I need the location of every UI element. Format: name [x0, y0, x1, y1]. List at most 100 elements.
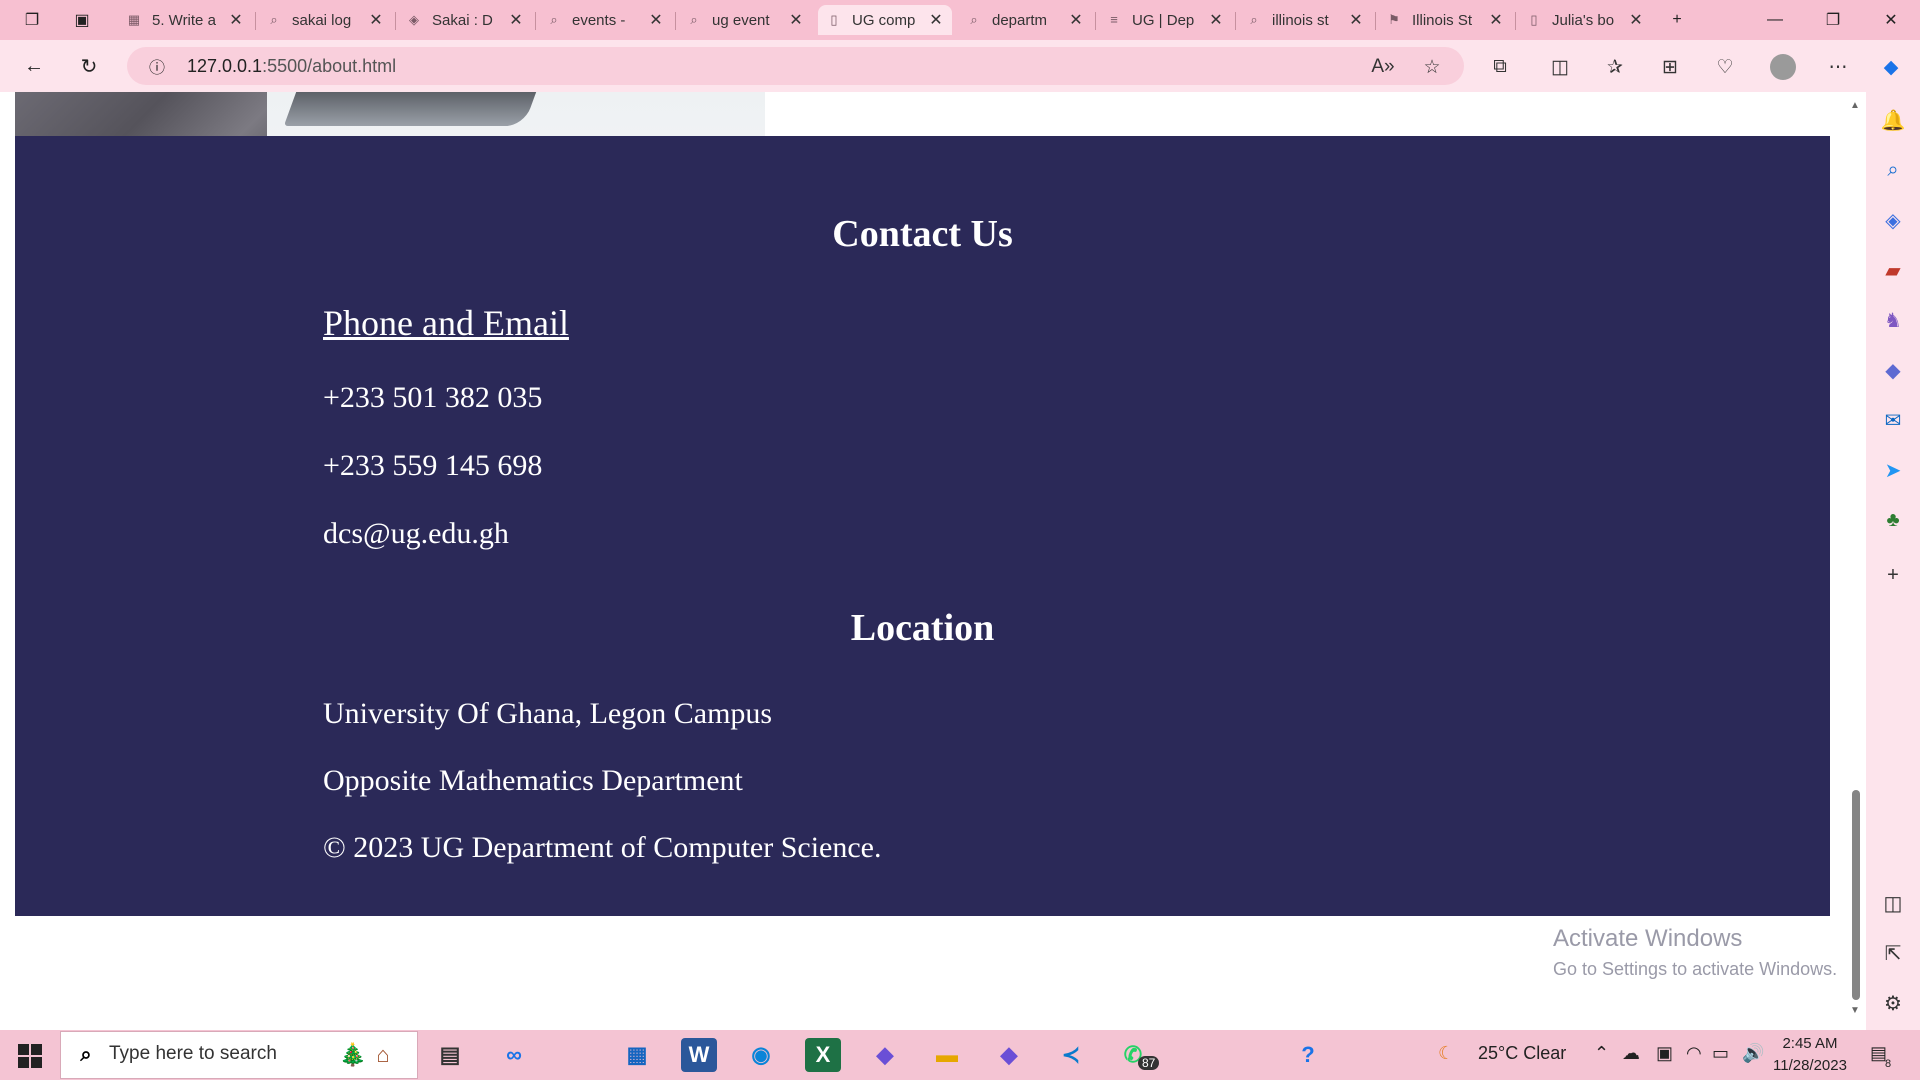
page-icon: ▯ — [1530, 12, 1538, 27]
browser-tab[interactable]: ▯ Julia's bo ✕ — [1518, 5, 1652, 35]
tab-close-icon[interactable]: ✕ — [228, 10, 244, 30]
scroll-up-arrow[interactable]: ▲ — [1850, 100, 1860, 111]
tab-label: sakai log — [292, 11, 352, 29]
tab-close-icon[interactable]: ✕ — [648, 10, 664, 30]
show-hidden-icons-icon[interactable]: ⌃ — [1594, 1043, 1609, 1064]
vscode-icon[interactable]: ≺ — [1053, 1038, 1089, 1072]
tab-label: events - — [572, 11, 626, 29]
split-screen-icon[interactable]: ◫ — [1545, 52, 1575, 82]
tab-close-icon[interactable]: ✕ — [1068, 10, 1084, 30]
settings-gear-icon[interactable]: ⚙ — [1878, 988, 1908, 1018]
browser-tab[interactable]: ◈ Sakai : D ✕ — [398, 5, 532, 35]
browser-tab[interactable]: ≡ UG | Dep ✕ — [1098, 5, 1232, 35]
tab-label: UG comp — [852, 11, 916, 29]
tools-briefcase-icon[interactable]: ▰ — [1878, 255, 1908, 285]
weather-moon-icon[interactable]: ☾ — [1438, 1043, 1454, 1064]
shopping-tag-icon[interactable]: ◈ — [1878, 205, 1908, 235]
location-title: Location — [850, 607, 995, 649]
tab-close-icon[interactable]: ✕ — [1348, 10, 1364, 30]
copilot-app-icon[interactable]: ◆ — [867, 1038, 903, 1072]
tab-label: departm — [992, 11, 1048, 29]
extensions-icon[interactable]: ⧉ — [1485, 52, 1515, 82]
search-highlight-house-icon: ⌂ — [376, 1042, 390, 1067]
tab-actions-icon[interactable]: ▣ — [62, 0, 102, 40]
volume-icon[interactable]: 🔊 — [1742, 1043, 1764, 1064]
url-text[interactable]: 127.0.0.1:5500/about.html — [187, 56, 396, 77]
open-external-icon[interactable]: ⇱ — [1878, 938, 1908, 968]
tab-close-icon[interactable]: ✕ — [368, 10, 384, 30]
workspaces-icon[interactable]: ❐ — [12, 0, 52, 40]
scroll-down-arrow[interactable]: ▼ — [1850, 1005, 1860, 1016]
word-icon[interactable]: W — [681, 1038, 717, 1072]
games-icon[interactable]: ♞ — [1878, 305, 1908, 335]
microsoft-365-icon[interactable]: ◆ — [1878, 355, 1908, 385]
favorites-icon[interactable]: ✰ — [1600, 52, 1630, 82]
collections-icon[interactable]: ⊞ — [1655, 52, 1685, 82]
wifi-icon[interactable]: ◠ — [1686, 1043, 1702, 1064]
close-window-button[interactable]: ✕ — [1868, 0, 1914, 40]
meet-now-icon[interactable]: ▣ — [1656, 1043, 1673, 1064]
browser-tab[interactable]: ⌕ sakai log ✕ — [258, 5, 392, 35]
add-sidebar-app-icon[interactable]: + — [1878, 560, 1908, 590]
refresh-icon[interactable]: ↻ — [75, 52, 103, 80]
tab-close-icon[interactable]: ✕ — [508, 10, 524, 30]
new-tab-button[interactable]: + — [1654, 0, 1700, 40]
profile-avatar[interactable] — [1768, 52, 1798, 82]
browser-tab[interactable]: ⌕ departm ✕ — [958, 5, 1092, 35]
browser-tab[interactable]: ⚑ Illinois St ✕ — [1378, 5, 1512, 35]
tab-separator — [1375, 12, 1376, 30]
send-icon[interactable]: ➤ — [1878, 455, 1908, 485]
copilot-taskbar-icon[interactable]: ∞ — [496, 1038, 532, 1072]
location-line-1: University Of Ghana, Legon Campus — [323, 697, 773, 730]
onedrive-icon[interactable]: ☁ — [1622, 1043, 1640, 1064]
notification-bell-icon[interactable]: 🔔 — [1878, 105, 1908, 135]
tab-close-icon[interactable]: ✕ — [1488, 10, 1504, 30]
battery-icon[interactable]: ▭ — [1712, 1043, 1729, 1064]
illinois-icon: ⚑ — [1388, 12, 1400, 27]
read-aloud-icon[interactable]: A» — [1368, 52, 1398, 82]
site-info-icon[interactable]: ⓘ — [143, 52, 171, 80]
file-explorer-icon[interactable]: ▬ — [929, 1038, 965, 1072]
tree-icon[interactable]: ♣ — [1878, 505, 1908, 535]
sakai-icon: ▦ — [127, 12, 141, 27]
browser-tab[interactable]: ⌕ ug event ✕ — [678, 5, 812, 35]
copyright-text: © 2023 UG Department of Computer Science… — [323, 831, 882, 864]
browser-tab[interactable]: ⌕ events - ✕ — [538, 5, 672, 35]
excel-icon[interactable]: X — [805, 1038, 841, 1072]
search-icon[interactable]: ⌕ — [1878, 155, 1908, 185]
sidebar-panel-icon[interactable]: ◫ — [1878, 888, 1908, 918]
microsoft-365-taskbar-icon[interactable]: ◆ — [991, 1038, 1027, 1072]
tab-close-icon[interactable]: ✕ — [1628, 10, 1644, 30]
tab-label: illinois st — [1272, 11, 1329, 29]
tab-close-icon[interactable]: ✕ — [928, 10, 944, 30]
browser-tab[interactable]: ⌕ illinois st ✕ — [1238, 5, 1372, 35]
help-icon[interactable]: ? — [1290, 1038, 1326, 1072]
back-icon[interactable]: ← — [20, 52, 48, 80]
maximize-button[interactable]: ❐ — [1810, 0, 1856, 40]
search-icon: ⌕ — [270, 12, 278, 27]
more-menu-icon[interactable]: ⋯ — [1823, 52, 1853, 82]
copilot-icon[interactable]: ◆ — [1876, 52, 1906, 82]
tab-close-icon[interactable]: ✕ — [1208, 10, 1224, 30]
browser-tab[interactable]: ▦ 5. Write a ✕ — [118, 5, 252, 35]
tab-close-icon[interactable]: ✕ — [788, 10, 804, 30]
browser-essentials-icon[interactable]: ♡ — [1710, 52, 1740, 82]
url-path: :5500/about.html — [262, 56, 397, 76]
activate-windows-title: Activate Windows — [1553, 925, 1743, 952]
browser-tab[interactable]: ▯ UG comp ✕ — [818, 5, 952, 35]
weather-text[interactable]: 25°C Clear — [1478, 1043, 1566, 1064]
tab-label: UG | Dep — [1132, 11, 1195, 29]
tab-separator — [535, 12, 536, 30]
microsoft-store-icon[interactable]: ▦ — [619, 1038, 655, 1072]
edge-icon[interactable]: ◉ — [743, 1038, 779, 1072]
laptop-graphic — [283, 92, 537, 126]
minimize-button[interactable]: — — [1752, 0, 1798, 40]
taskbar-search-placeholder[interactable]: Type here to search — [109, 1043, 277, 1065]
task-view-icon[interactable]: ▤ — [432, 1038, 468, 1072]
search-magnifier-icon: ⌕ — [80, 1043, 92, 1066]
taskbar-clock[interactable]: 2:45 AM 11/28/2023 — [1773, 1033, 1847, 1077]
windows-start-icon[interactable] — [14, 1040, 46, 1072]
favorite-star-icon[interactable]: ☆ — [1417, 52, 1447, 82]
outlook-icon[interactable]: ✉ — [1878, 405, 1908, 435]
scroll-thumb[interactable] — [1852, 790, 1860, 1000]
